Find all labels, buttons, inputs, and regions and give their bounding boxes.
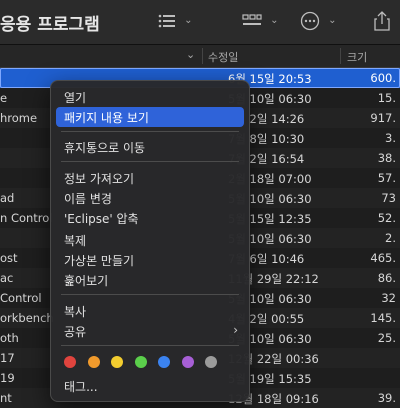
size-column-header[interactable]: 크기 — [347, 49, 367, 65]
tag-color-purple[interactable] — [181, 356, 194, 368]
tag-color-red[interactable] — [64, 356, 76, 368]
column-header: ⌄ 수정일 크기 — [0, 45, 400, 68]
sort-chevron-icon[interactable]: ⌄ — [186, 48, 195, 61]
menu-item-share[interactable]: 공유 › — [56, 321, 244, 341]
tag-color-gray[interactable] — [205, 356, 217, 368]
context-menu: 열기 패키지 내용 보기 휴지통으로 이동 정보 가져오기 이름 변경 'Ecl… — [50, 80, 250, 402]
menu-item-get-info[interactable]: 정보 가져오기 — [56, 168, 244, 188]
menu-item-tags[interactable]: 태그... — [56, 376, 244, 396]
share-button[interactable] — [374, 10, 390, 32]
date-column-header[interactable]: 수정일 — [208, 49, 238, 65]
share-icon — [374, 10, 390, 31]
window-title: 응용 프로그램 — [0, 15, 100, 35]
menu-item-show-package-contents[interactable]: 패키지 내용 보기 — [56, 107, 244, 127]
menu-item-rename[interactable]: 이름 변경 — [56, 188, 244, 208]
view-options-button[interactable]: ⌄ — [158, 10, 192, 32]
more-actions-icon — [300, 11, 320, 30]
menu-separator — [61, 131, 239, 132]
menu-item-open[interactable]: 열기 — [56, 87, 244, 107]
tag-color-orange[interactable] — [87, 356, 100, 368]
finder-toolbar: 응용 프로그램 ⌄ ⌄ ⌄ — [0, 0, 400, 45]
column-divider[interactable] — [202, 48, 203, 64]
action-button[interactable]: ⌄ — [300, 10, 336, 32]
menu-item-compress[interactable]: 'Eclipse' 압축 — [56, 208, 244, 228]
chevron-down-icon: ⌄ — [270, 15, 279, 26]
menu-separator — [61, 294, 239, 295]
tag-color-blue[interactable] — [158, 356, 170, 368]
list-view-icon — [158, 14, 175, 27]
menu-item-move-to-trash[interactable]: 휴지통으로 이동 — [56, 137, 244, 157]
grid-group-icon — [242, 13, 262, 25]
chevron-down-icon: ⌄ — [184, 15, 193, 26]
menu-item-duplicate[interactable]: 복제 — [56, 230, 244, 250]
menu-item-make-alias[interactable]: 가상본 만들기 — [56, 250, 244, 270]
tag-color-yellow[interactable] — [111, 356, 123, 368]
column-divider[interactable] — [340, 48, 341, 64]
menu-separator — [61, 345, 239, 346]
chevron-down-icon: ⌄ — [328, 15, 337, 26]
menu-separator — [61, 161, 239, 162]
group-button[interactable]: ⌄ — [242, 10, 278, 32]
menu-item-copy[interactable]: 복사 — [56, 301, 244, 321]
menu-item-quick-look[interactable]: 훑어보기 — [56, 270, 244, 290]
chevron-right-icon: › — [233, 323, 238, 337]
tag-color-green[interactable] — [134, 356, 147, 368]
